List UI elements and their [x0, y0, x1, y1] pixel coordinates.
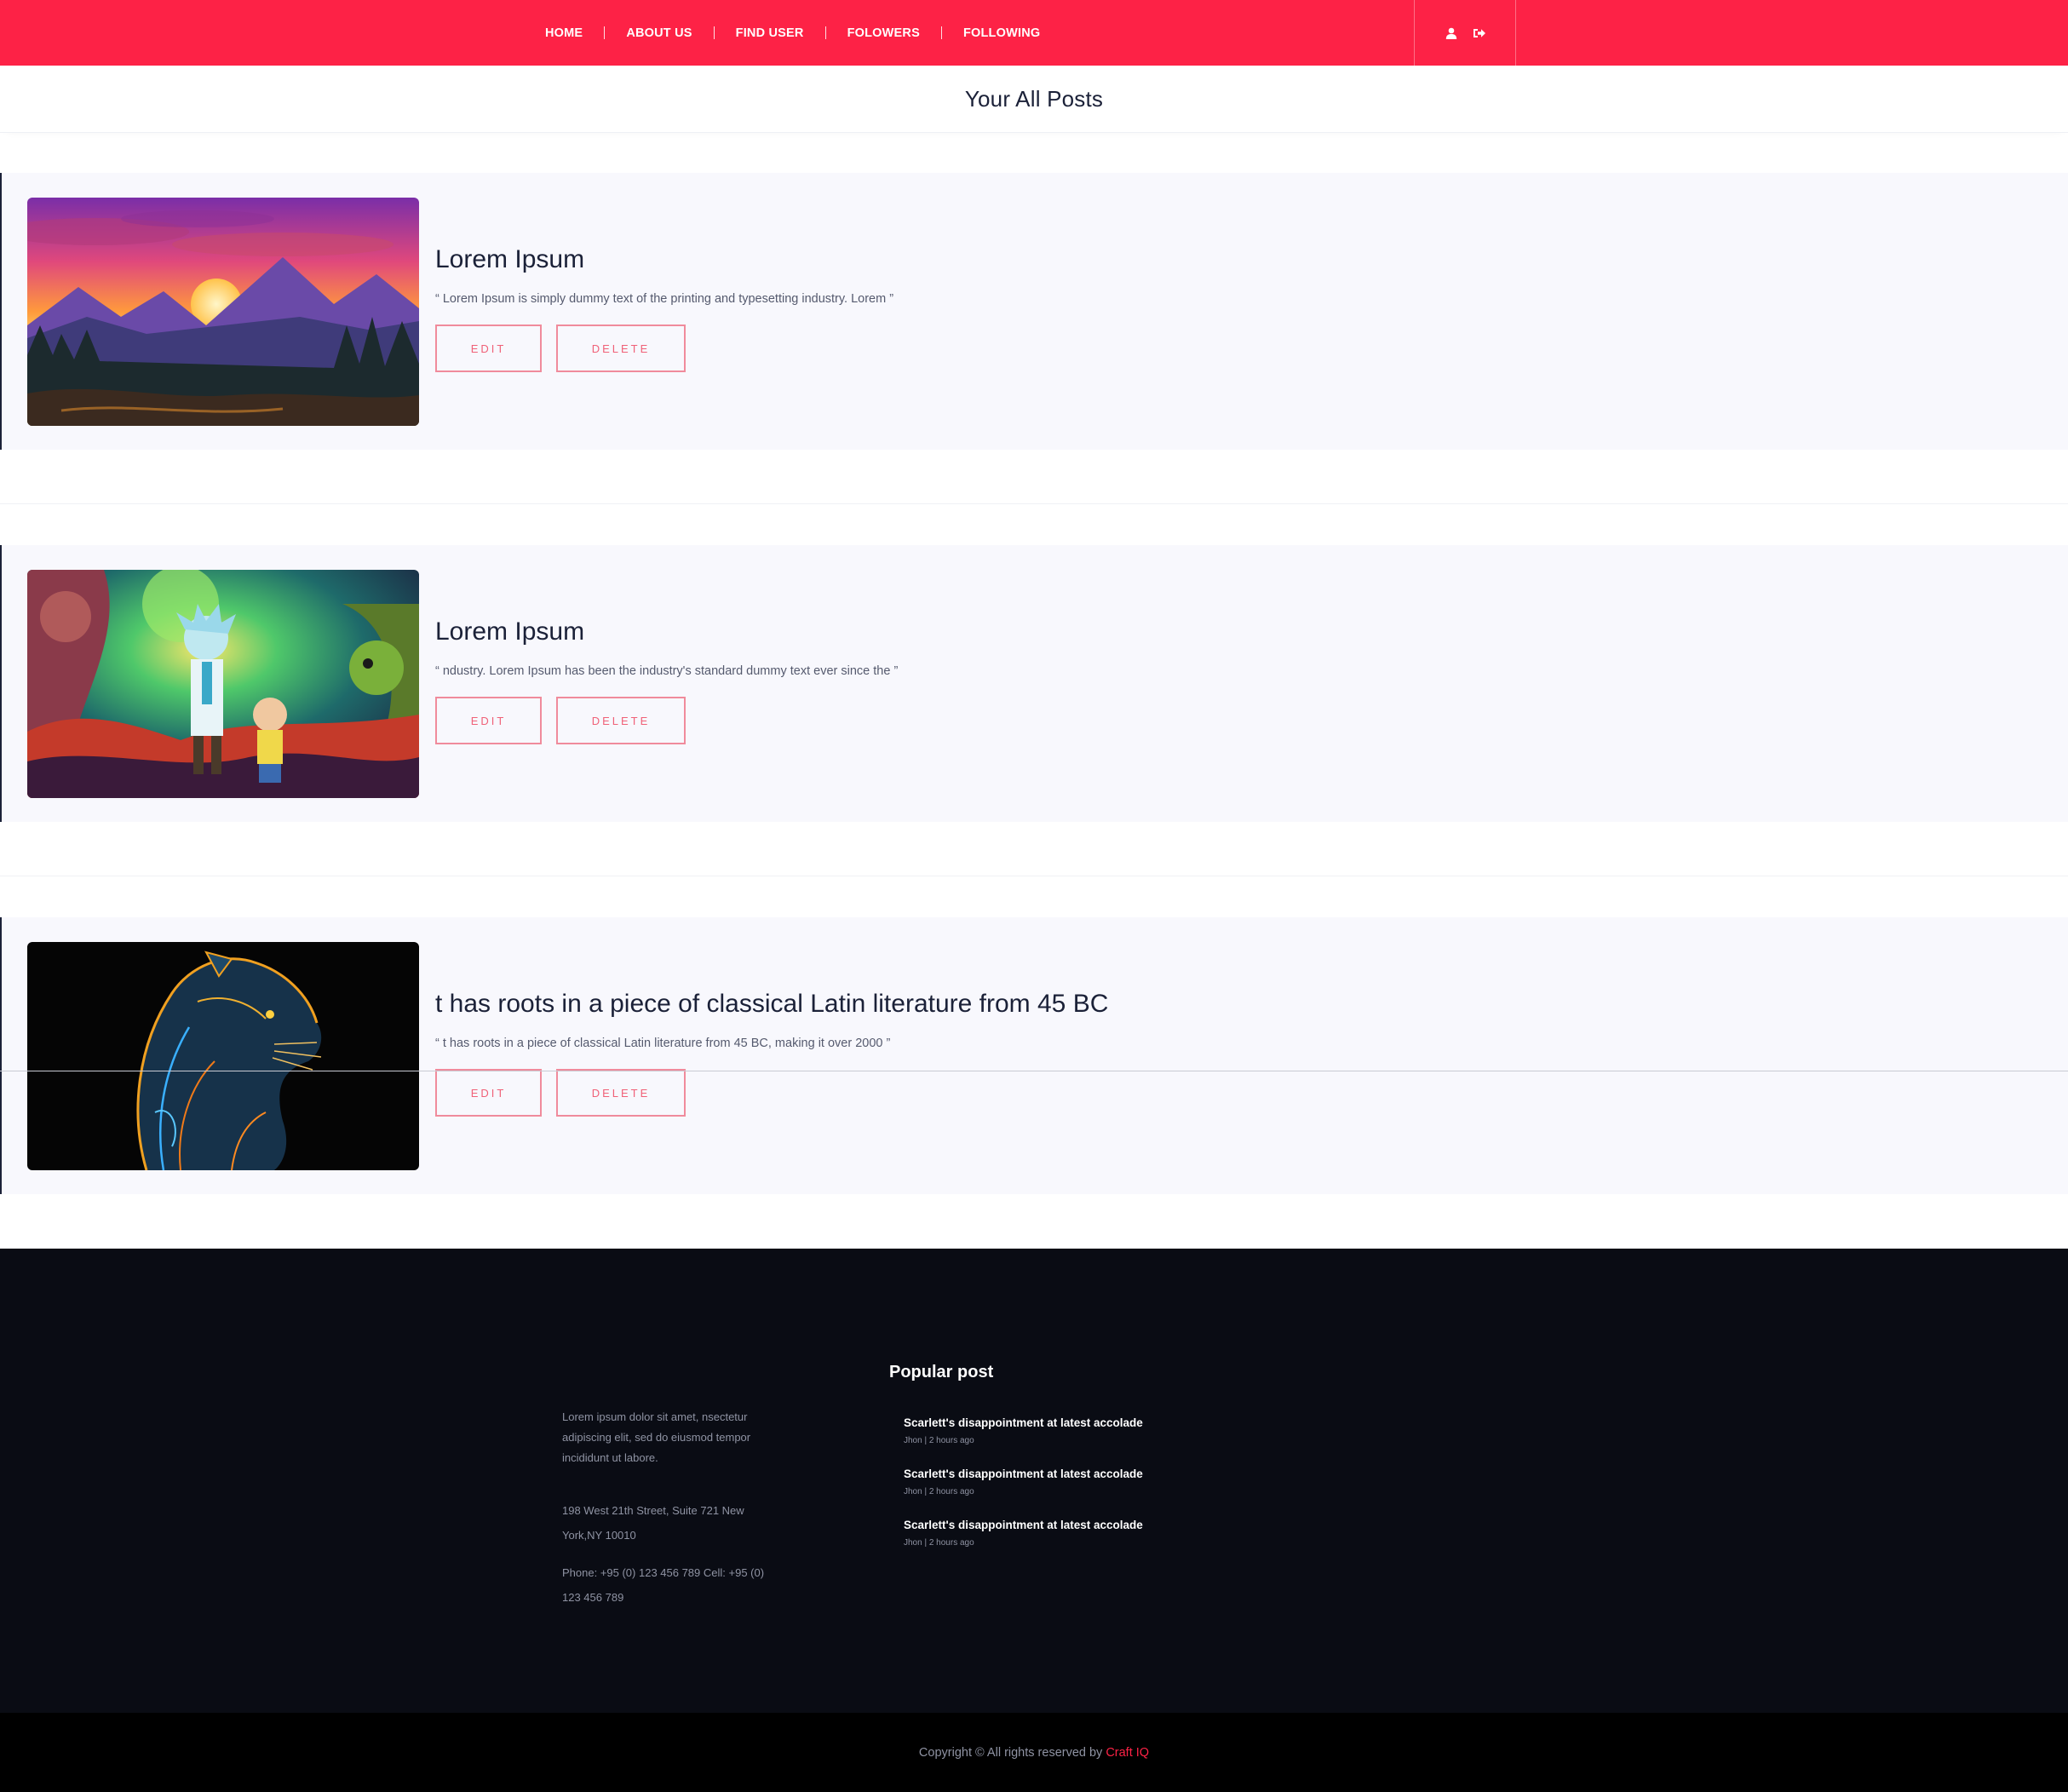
popular-post-title[interactable]: Scarlett's disappointment at latest acco…: [904, 1519, 1143, 1531]
post-title: Lorem Ipsum: [435, 617, 585, 646]
delete-post-button[interactable]: DELETE: [556, 1069, 686, 1117]
nav-separator: [940, 26, 942, 39]
header-icon-group: [1414, 0, 1516, 66]
nav-separator: [604, 26, 606, 39]
page-title: Your All Posts: [964, 85, 1104, 112]
nav-home[interactable]: HOME: [545, 26, 583, 40]
edit-post-button[interactable]: EDIT: [435, 697, 542, 744]
post-image-panther[interactable]: [27, 942, 419, 1170]
post-image-cartoon[interactable]: [27, 570, 419, 798]
nav-followers[interactable]: FOLOWERS: [847, 26, 920, 40]
post-excerpt: “ t has roots in a piece of classical La…: [435, 1037, 891, 1050]
post-card: t has roots in a piece of classical Lati…: [0, 917, 2068, 1194]
post-card: Lorem Ipsum “ ndustry. Lorem Ipsum has b…: [0, 545, 2068, 822]
footer-address: 198 West 21th Street, Suite 721 New York…: [562, 1504, 744, 1542]
footer-about-text: Lorem ipsum dolor sit amet, nsectetur ad…: [562, 1410, 751, 1464]
popular-post-meta: Jhon | 2 hours ago: [904, 1436, 974, 1445]
post-excerpt: “ Lorem Ipsum is simply dummy text of th…: [435, 292, 894, 306]
brand-link[interactable]: Craft IQ: [1106, 1746, 1149, 1760]
popular-post-heading: Popular post: [889, 1363, 994, 1381]
copyright-text: Copyright © All rights reserved by: [918, 1745, 1103, 1760]
popular-post-meta: Jhon | 2 hours ago: [904, 1538, 974, 1548]
page-title-bar: Your All Posts: [0, 66, 2068, 133]
popular-post-item: Scarlett's disappointment at latest acco…: [904, 1467, 1143, 1496]
edit-post-button[interactable]: EDIT: [435, 325, 542, 372]
delete-post-button[interactable]: DELETE: [556, 697, 686, 744]
popular-post-item: Scarlett's disappointment at latest acco…: [904, 1519, 1143, 1548]
site-footer: Lorem ipsum dolor sit amet, nsectetur ad…: [0, 1249, 2068, 1713]
nav-following[interactable]: FOLLOWING: [963, 26, 1040, 40]
main-nav: HOME ABOUT US FIND USER FOLOWERS FOLLOWI…: [545, 0, 1040, 66]
user-icon[interactable]: [1445, 26, 1458, 40]
post-title: Lorem Ipsum: [435, 245, 585, 273]
logout-icon[interactable]: [1473, 26, 1486, 40]
post-excerpt: “ ndustry. Lorem Ipsum has been the indu…: [435, 664, 899, 678]
top-navbar: HOME ABOUT US FIND USER FOLOWERS FOLLOWI…: [0, 0, 2068, 66]
post-card: Lorem Ipsum “ Lorem Ipsum is simply dumm…: [0, 173, 2068, 450]
popular-post-title[interactable]: Scarlett's disappointment at latest acco…: [904, 1416, 1143, 1429]
edit-post-button[interactable]: EDIT: [435, 1069, 542, 1117]
popular-post-item: Scarlett's disappointment at latest acco…: [904, 1416, 1143, 1445]
post-title: t has roots in a piece of classical Lati…: [435, 990, 1109, 1018]
nav-about-us[interactable]: ABOUT US: [626, 26, 692, 40]
popular-post-title[interactable]: Scarlett's disappointment at latest acco…: [904, 1467, 1143, 1480]
popular-post-meta: Jhon | 2 hours ago: [904, 1487, 974, 1496]
section-divider: [0, 503, 2068, 504]
delete-post-button[interactable]: DELETE: [556, 325, 686, 372]
nav-separator: [713, 26, 715, 39]
post-image-sunset[interactable]: [27, 198, 419, 426]
nav-separator: [824, 26, 826, 39]
footer-phone: Phone: +95 (0) 123 456 789 Cell: +95 (0)…: [562, 1566, 765, 1604]
copyright-bar: Copyright © All rights reserved by Craft…: [0, 1713, 2068, 1792]
nav-find-user[interactable]: FIND USER: [736, 26, 804, 40]
